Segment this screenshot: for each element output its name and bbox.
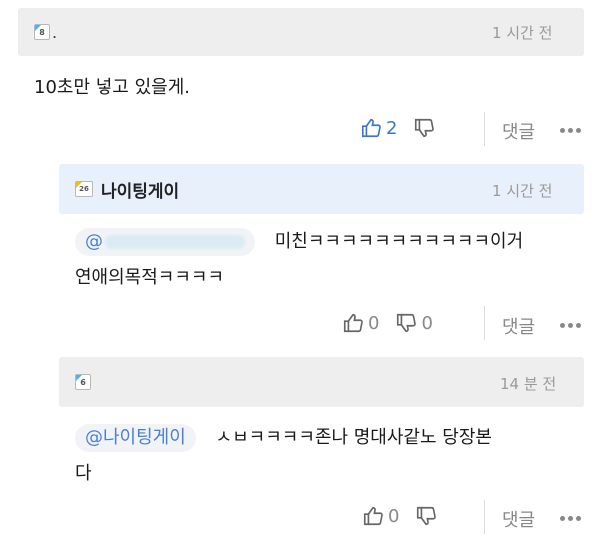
comment-1-nickname[interactable]: . xyxy=(52,23,57,42)
mention-tag[interactable]: @ xyxy=(75,228,255,256)
comment-3-reply-button[interactable]: 댓글 xyxy=(502,506,535,532)
thumbs-up-icon[interactable] xyxy=(342,312,364,334)
comment-1-actions: 2 xyxy=(360,117,435,139)
level-badge-icon: 6 xyxy=(75,374,91,390)
thumbs-down-icon[interactable] xyxy=(413,117,435,139)
comment-2-reply-button[interactable]: 댓글 xyxy=(502,313,535,339)
comment-3-actions: 0 xyxy=(362,505,437,527)
thumbs-down-icon[interactable] xyxy=(415,505,437,527)
thumbs-up-icon[interactable] xyxy=(360,117,382,139)
divider xyxy=(484,112,485,146)
comment-2-actions: 0 0 xyxy=(342,312,449,334)
divider xyxy=(484,500,485,534)
comment-2-time: 1 시간 전 xyxy=(492,182,553,200)
more-options-icon[interactable] xyxy=(560,128,581,133)
blurred-username xyxy=(105,235,245,249)
divider xyxy=(484,306,485,340)
comment-3-like-count: 0 xyxy=(388,505,400,527)
level-badge-icon: 8 xyxy=(34,24,50,40)
comment-3-text: @나이팅게이 ㅅㅂㅋㅋㅋㅋ존나 명대사같노 당장본 다 xyxy=(75,420,585,492)
comment-2-dislike-count: 0 xyxy=(421,312,433,334)
comment-2-like-count: 0 xyxy=(368,312,380,334)
comment-1-reply-button[interactable]: 댓글 xyxy=(502,118,535,144)
comment-2-text: @ 미친ㅋㅋㅋㅋㅋㅋㅋㅋㅋㅋㅋ이거 연애의목적ㅋㅋㅋㅋ xyxy=(75,224,585,296)
comment-2-nickname[interactable]: 나이팅게이 xyxy=(101,177,179,202)
comment-1-time: 1 시간 전 xyxy=(492,24,553,42)
more-options-icon[interactable] xyxy=(560,323,581,328)
more-options-icon[interactable] xyxy=(560,516,581,521)
comment-1-like-count: 2 xyxy=(386,117,398,139)
comment-3-time: 14 분 전 xyxy=(500,375,557,393)
thumbs-up-icon[interactable] xyxy=(362,505,384,527)
level-badge-icon: 26 xyxy=(75,181,93,197)
comment-1-text: 10초만 넣고 있을게. xyxy=(34,77,190,98)
thumbs-down-icon[interactable] xyxy=(395,312,417,334)
mention-tag[interactable]: @나이팅게이 xyxy=(75,424,196,452)
